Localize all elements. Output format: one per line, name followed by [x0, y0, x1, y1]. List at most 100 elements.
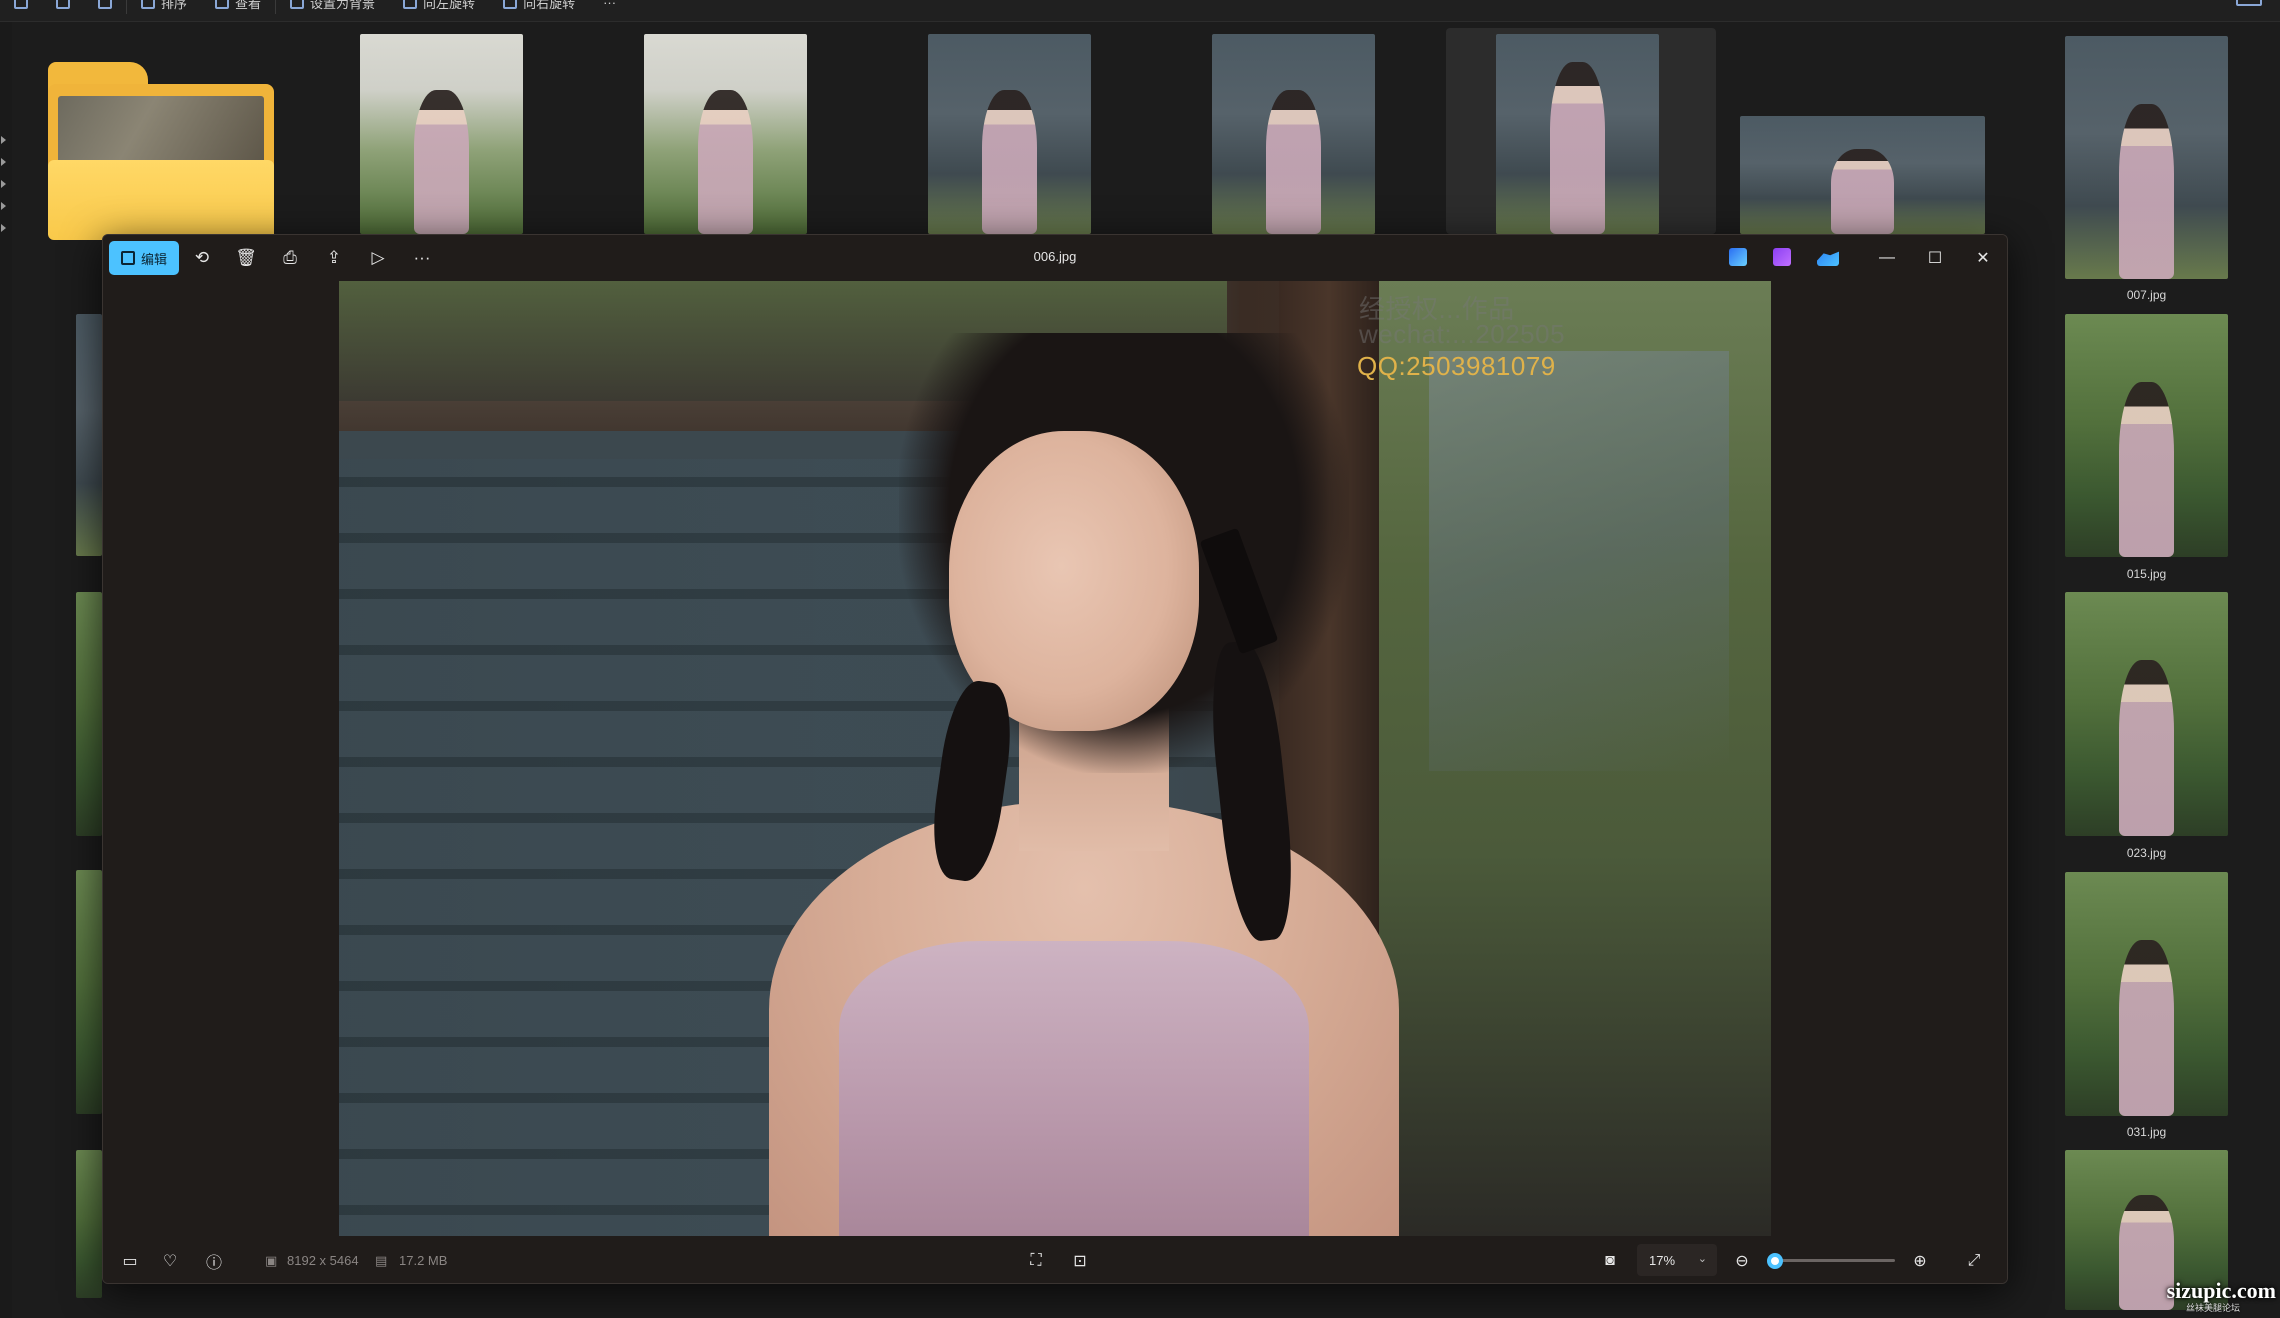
- main-photo[interactable]: 经授权...作品 wechat:...202505 QQ:2503981079: [339, 281, 1771, 1236]
- expand-arrow-icon[interactable]: [1, 158, 6, 166]
- minimize-button[interactable]: —: [1867, 245, 1907, 271]
- photo-thumbnail[interactable]: [2065, 592, 2228, 836]
- toolbar-more-button[interactable]: ···: [589, 0, 630, 14]
- filmstrip-icon: ▭: [122, 1253, 138, 1270]
- sort-icon: [141, 0, 155, 9]
- viewer-bottombar: ▭ ♡ ⓘ ▣ 8192 x 5464 ▤ 17.2 MB ⛶ ⊡ ◙ 17% …: [103, 1236, 2007, 1283]
- fit-icon: ⛶: [1030, 1252, 1042, 1269]
- rotate-left-icon: [403, 0, 418, 9]
- subject-figure: [1830, 149, 1895, 234]
- toolbar-rotate-right-button[interactable]: 向右旋转: [489, 0, 589, 14]
- minimize-icon: —: [1879, 249, 1895, 266]
- subject-figure: [697, 90, 754, 234]
- info-button[interactable]: ⓘ: [203, 1250, 225, 1272]
- expand-arrow-icon[interactable]: [1, 136, 6, 144]
- background-icon: [290, 0, 305, 9]
- info-icon: ⓘ: [205, 1255, 222, 1272]
- subject-figure: [1549, 62, 1606, 234]
- photo-roof: [1429, 351, 1729, 771]
- zoom-slider[interactable]: [1767, 1253, 1895, 1269]
- photo-thumbnail-partial[interactable]: [76, 592, 102, 836]
- photo-thumbnail[interactable]: [2065, 36, 2228, 279]
- zoom-level-value: 17%: [1649, 1252, 1676, 1268]
- photo-watermark-line2: wechat:...202505: [1359, 319, 1566, 349]
- dimensions-icon: ▣: [265, 1253, 278, 1268]
- camera-icon: ◙: [1605, 1252, 1615, 1269]
- thumbnail-filename: 031.jpg: [2126, 1125, 2167, 1139]
- toolbar-rotate-left-label: 向左旋转: [423, 0, 476, 11]
- subject-figure: [2118, 660, 2175, 836]
- thumbnail-filename: 015.jpg: [2126, 567, 2167, 581]
- file-size: 17.2 MB: [399, 1253, 448, 1268]
- photo-thumbnail[interactable]: [2065, 314, 2228, 557]
- image-dimensions: 8192 x 5464: [287, 1253, 359, 1268]
- viewer-title: 006.jpg: [1033, 249, 1077, 264]
- view-icon: [215, 0, 230, 9]
- navigation-pane-edge: [0, 22, 12, 1318]
- site-watermark-sub: 丝袜美腿论坛: [2185, 1303, 2240, 1313]
- photo-watermark-qq: QQ:2503981079: [1357, 351, 1556, 381]
- toolbar-sort-label: 排序: [161, 0, 188, 11]
- photo-thumbnail-partial[interactable]: [76, 1150, 102, 1298]
- toolbar-set-background-button[interactable]: 设置为背景: [276, 0, 389, 14]
- subject-figure: [2118, 104, 2175, 279]
- rotate-right-icon: [503, 0, 518, 9]
- toolbar-delete-button[interactable]: [84, 0, 126, 14]
- close-button[interactable]: ✕: [1963, 245, 2003, 271]
- viewer-titlebar: 编辑 ⟲ 🗑 ⎙ ⇪ ▷ ··· 006.jpg — ☐ ✕: [103, 235, 2007, 281]
- designer-icon[interactable]: [1729, 248, 1747, 266]
- toolbar-view-label: 查看: [235, 0, 262, 11]
- toolbar-share-button[interactable]: [42, 0, 84, 14]
- zoom-in-button[interactable]: ⊕: [1909, 1250, 1931, 1272]
- photo-thumbnail-partial[interactable]: [76, 314, 102, 556]
- subject-figure: [981, 90, 1038, 234]
- folder-preview-photo: [58, 96, 264, 168]
- photo-thumbnail[interactable]: [2065, 872, 2228, 1116]
- clipchamp-icon[interactable]: [1773, 248, 1791, 266]
- photo-thumbnail[interactable]: [1740, 116, 1985, 234]
- toolbar-view-button[interactable]: 查看: [201, 0, 275, 14]
- fit-to-window-button[interactable]: ⛶: [1025, 1250, 1047, 1272]
- zoom-out-icon: ⊖: [1735, 1253, 1749, 1270]
- toolbar-copy-button[interactable]: [0, 0, 42, 14]
- subject-figure: [413, 90, 470, 234]
- zoom-level-dropdown[interactable]: 17% ⌄: [1637, 1244, 1717, 1276]
- thumbnail-filename: 007.jpg: [2126, 288, 2167, 302]
- maximize-icon: ☐: [1927, 250, 1943, 267]
- desktop: 排序 查看 设置为背景 向左旋转 向右旋转 ··· 007.jpg 015.jp…: [0, 0, 2280, 1318]
- photo-thumbnail[interactable]: [360, 34, 523, 234]
- screenshot-button[interactable]: ◙: [1599, 1250, 1621, 1272]
- fullscreen-icon: ⤢: [1967, 1252, 1981, 1269]
- actual-size-icon: ⊡: [1073, 1253, 1087, 1270]
- photo-thumbnail[interactable]: [928, 34, 1091, 234]
- toolbar-sort-button[interactable]: 排序: [127, 0, 201, 14]
- subject-figure: [1265, 90, 1322, 234]
- toolbar-rotate-left-button[interactable]: 向左旋转: [389, 0, 489, 14]
- expand-arrow-icon[interactable]: [1, 180, 6, 188]
- toolbar-set-background-label: 设置为背景: [310, 0, 376, 11]
- close-icon: ✕: [1976, 250, 1990, 267]
- filmstrip-button[interactable]: ▭: [119, 1250, 141, 1272]
- folder-thumbnail[interactable]: [48, 62, 274, 240]
- folder-front: [48, 160, 274, 240]
- fullscreen-button[interactable]: ⤢: [1963, 1250, 1985, 1272]
- photo-dress: [839, 941, 1309, 1236]
- expand-arrow-icon[interactable]: [1, 202, 6, 210]
- delete-icon: [98, 0, 112, 9]
- photo-thumbnail[interactable]: [644, 34, 807, 234]
- toolbar-more-label: ···: [603, 0, 617, 10]
- photo-thumbnail-selected[interactable]: [1496, 34, 1659, 234]
- photo-thumbnail-partial[interactable]: [76, 870, 102, 1114]
- zoom-slider-thumb[interactable]: [1767, 1253, 1783, 1269]
- zoom-out-button[interactable]: ⊖: [1731, 1250, 1753, 1272]
- maximize-button[interactable]: ☐: [1915, 245, 1955, 271]
- details-pane-icon[interactable]: [2236, 0, 2262, 6]
- expand-arrow-icon[interactable]: [1, 224, 6, 232]
- explorer-toolbar: 排序 查看 设置为背景 向左旋转 向右旋转 ···: [0, 0, 2280, 22]
- photo-viewer-window: 编辑 ⟲ 🗑 ⎙ ⇪ ▷ ··· 006.jpg — ☐ ✕ 经授权...作品 …: [102, 234, 2008, 1284]
- photo-thumbnail[interactable]: [1212, 34, 1375, 234]
- file-size-icon: ▤: [375, 1253, 388, 1268]
- actual-size-button[interactable]: ⊡: [1069, 1250, 1091, 1272]
- favorite-button[interactable]: ♡: [159, 1250, 181, 1272]
- thumbnail-filename: 023.jpg: [2126, 846, 2167, 860]
